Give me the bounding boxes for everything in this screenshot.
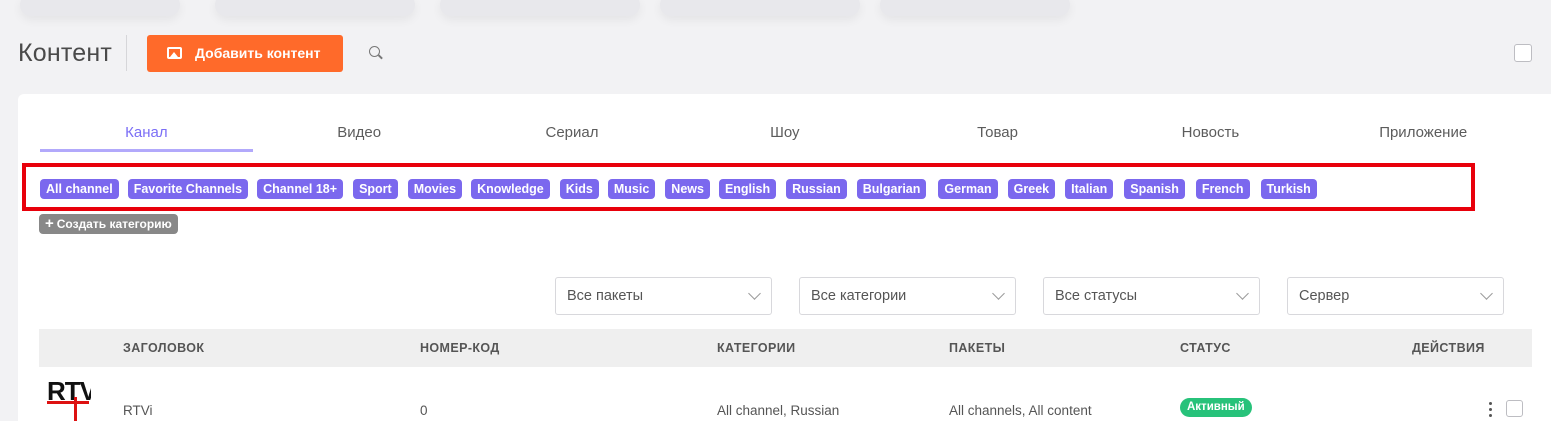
status-select-value: Все статусы — [1055, 288, 1138, 304]
packages-select[interactable]: Все пакеты — [555, 277, 772, 315]
category-chip[interactable]: Spanish — [1124, 179, 1185, 199]
server-select-value: Сервер — [1299, 288, 1350, 304]
server-select[interactable]: Сервер — [1287, 277, 1504, 315]
channel-code: 0 — [420, 403, 428, 418]
image-icon — [167, 47, 183, 59]
page-header: Контент Добавить контент — [18, 33, 383, 73]
content-card: Канал Видео Сериал Шоу Товар Новость При… — [18, 94, 1551, 421]
channel-categories: All channel, Russian — [717, 403, 840, 418]
category-chip[interactable]: Turkish — [1260, 179, 1317, 199]
status-badge: Активный — [1180, 398, 1252, 417]
chevron-down-icon — [992, 287, 1005, 300]
categories-select-value: Все категории — [811, 288, 907, 304]
tab-product[interactable]: Товар — [891, 124, 1104, 152]
column-header-packages[interactable]: ПАКЕТЫ — [949, 341, 1005, 355]
category-chip[interactable]: French — [1195, 179, 1250, 199]
top-nav-shadows — [0, 0, 1551, 16]
chevron-down-icon — [748, 287, 761, 300]
tab-channel[interactable]: Канал — [40, 124, 253, 152]
tab-app[interactable]: Приложение — [1317, 124, 1530, 152]
channel-packages: All channels, All content — [949, 403, 1092, 418]
tab-series[interactable]: Сериал — [466, 124, 679, 152]
add-content-label: Добавить контент — [195, 45, 321, 61]
tab-show[interactable]: Шоу — [678, 124, 891, 152]
status-select[interactable]: Все статусы — [1043, 277, 1260, 315]
category-chip[interactable]: English — [718, 179, 777, 199]
categories-select[interactable]: Все категории — [799, 277, 1016, 315]
create-category-button[interactable]: + Создать категорию — [39, 214, 178, 234]
category-chip[interactable]: Kids — [559, 179, 599, 199]
tab-video[interactable]: Видео — [253, 124, 466, 152]
category-chip[interactable]: German — [938, 179, 998, 199]
category-chip[interactable]: Music — [607, 179, 656, 199]
tab-news[interactable]: Новость — [1104, 124, 1317, 152]
chevron-down-icon — [1236, 287, 1249, 300]
category-chips: All channel Favorite Channels Channel 18… — [40, 179, 1317, 199]
category-chip[interactable]: Bulgarian — [856, 179, 927, 199]
table-row[interactable]: RTV RTVi 0 All channel, Russian All chan… — [39, 367, 1532, 421]
table-header: ЗАГОЛОВОК НОМЕР-КОД КАТЕГОРИИ ПАКЕТЫ СТА… — [39, 329, 1532, 367]
category-chip[interactable]: News — [665, 179, 710, 199]
channel-title[interactable]: RTVi — [123, 403, 153, 418]
category-chip[interactable]: Knowledge — [471, 179, 550, 199]
content-tabs: Канал Видео Сериал Шоу Товар Новость При… — [40, 124, 1530, 152]
search-icon[interactable] — [368, 46, 383, 60]
filters-bar: Все пакеты Все категории Все статусы Сер… — [555, 277, 1504, 315]
category-chip[interactable]: Greek — [1007, 179, 1056, 199]
category-chip[interactable]: All channel — [40, 179, 119, 199]
category-chip[interactable]: Movies — [407, 179, 463, 199]
column-header-code[interactable]: НОМЕР-КОД — [420, 341, 500, 355]
column-header-status[interactable]: СТАТУС — [1180, 341, 1231, 355]
category-chip[interactable]: Italian — [1065, 179, 1114, 199]
row-checkbox[interactable] — [1506, 400, 1523, 417]
more-actions-icon[interactable] — [1489, 402, 1492, 417]
packages-select-value: Все пакеты — [567, 288, 644, 304]
channel-logo: RTV — [47, 379, 91, 421]
page-title: Контент — [18, 38, 113, 67]
select-all-checkbox[interactable] — [1514, 44, 1532, 62]
category-chip[interactable]: Favorite Channels — [127, 179, 249, 199]
column-header-categories[interactable]: КАТЕГОРИИ — [717, 341, 796, 355]
category-chip[interactable]: Channel 18+ — [257, 179, 344, 199]
plus-icon: + — [45, 215, 54, 232]
column-header-title[interactable]: ЗАГОЛОВОК — [123, 341, 204, 355]
create-category-label: Создать категорию — [56, 217, 172, 231]
category-chip[interactable]: Russian — [786, 179, 847, 199]
column-header-actions: ДЕЙСТВИЯ — [1412, 341, 1485, 355]
channel-logo-text: RTV — [47, 379, 91, 406]
chevron-down-icon — [1480, 287, 1493, 300]
header-divider — [126, 35, 128, 71]
category-chip[interactable]: Sport — [353, 179, 398, 199]
add-content-button[interactable]: Добавить контент — [147, 34, 343, 72]
